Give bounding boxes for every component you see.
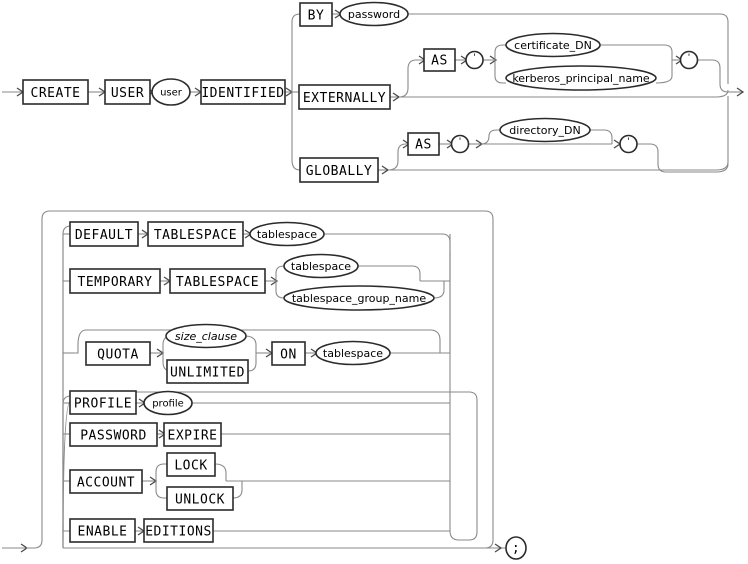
node-quote-close-2[interactable]: ' [619, 134, 638, 154]
label-user-keyword: USER [111, 86, 144, 101]
label-quota: QUOTA [97, 348, 139, 363]
node-tablespace-nonterminal-1[interactable]: tablespace [249, 221, 325, 247]
label-quote-close-2: ' [627, 137, 629, 147]
label-identified: IDENTIFIED [201, 86, 284, 101]
label-user-nonterminal: user [160, 88, 183, 99]
label-kerberos-principal-name: kerberos_principal_name [512, 72, 650, 85]
node-create[interactable]: CREATE [22, 79, 89, 105]
label-expire: EXPIRE [168, 429, 218, 444]
node-tablespace-keyword-1[interactable]: TABLESPACE [147, 221, 244, 247]
bottom-diagram-rails [2, 210, 520, 553]
node-password-keyword[interactable]: PASSWORD [69, 422, 158, 447]
node-account[interactable]: ACCOUNT [69, 469, 143, 494]
label-as-2: AS [415, 138, 432, 153]
node-directory-dn[interactable]: directory_DN [499, 117, 591, 143]
node-externally[interactable]: EXTERNALLY [298, 84, 391, 110]
label-quote-open-1: ' [473, 53, 475, 63]
label-certificate-dn: certificate_DN [514, 39, 592, 52]
label-profile-nonterminal: profile [152, 399, 184, 410]
node-by[interactable]: BY [299, 2, 333, 27]
node-lock[interactable]: LOCK [166, 452, 216, 477]
label-lock: LOCK [174, 459, 207, 474]
label-editions: EDITIONS [145, 525, 212, 540]
node-unlimited[interactable]: UNLIMITED [166, 359, 249, 384]
label-tablespace-nonterminal-2: tablespace [291, 260, 351, 273]
node-kerberos-principal-name[interactable]: kerberos_principal_name [505, 65, 657, 91]
node-semicolon[interactable]: ; [505, 536, 527, 560]
node-editions[interactable]: EDITIONS [143, 518, 214, 543]
label-account: ACCOUNT [77, 476, 135, 491]
node-tablespace-nonterminal-3[interactable]: tablespace [315, 340, 391, 366]
node-as-1[interactable]: AS [423, 48, 456, 72]
label-quote-close-1: ' [688, 53, 690, 63]
label-by: BY [308, 9, 325, 24]
node-profile-nonterminal[interactable]: profile [143, 390, 193, 416]
label-semicolon: ; [512, 541, 520, 556]
node-size-clause[interactable]: size_clause [165, 323, 247, 349]
label-as-1: AS [431, 54, 448, 69]
node-on[interactable]: ON [271, 341, 306, 366]
node-password-nonterminal[interactable]: password [339, 1, 409, 27]
label-tablespace-group-name: tablespace_group_name [292, 292, 427, 305]
label-globally: GLOBALLY [306, 164, 373, 179]
node-as-2[interactable]: AS [407, 132, 440, 156]
label-tablespace-nonterminal-3: tablespace [323, 347, 383, 360]
node-default[interactable]: DEFAULT [69, 221, 139, 247]
label-password-nonterminal: password [348, 8, 400, 21]
node-quote-close-1[interactable]: ' [679, 50, 699, 70]
label-quote-open-2: ' [459, 137, 461, 147]
node-unlock[interactable]: UNLOCK [166, 486, 234, 511]
syntax-diagram-canvas: CREATE USER user IDENTIFIED BY password … [2, 1, 745, 560]
label-unlimited: UNLIMITED [170, 366, 245, 381]
node-quota[interactable]: QUOTA [85, 341, 151, 366]
label-tablespace-keyword-2: TABLESPACE [176, 275, 259, 290]
label-tablespace-keyword-1: TABLESPACE [154, 228, 237, 243]
node-profile-keyword[interactable]: PROFILE [69, 390, 137, 415]
label-default: DEFAULT [75, 228, 133, 243]
node-expire[interactable]: EXPIRE [163, 422, 222, 447]
node-tablespace-group-name[interactable]: tablespace_group_name [283, 285, 435, 311]
label-temporary: TEMPORARY [78, 275, 153, 290]
node-tablespace-nonterminal-2[interactable]: tablespace [283, 253, 359, 279]
node-globally[interactable]: GLOBALLY [299, 157, 379, 183]
label-create: CREATE [31, 86, 81, 101]
label-directory-dn: directory_DN [509, 124, 580, 137]
node-user-nonterminal[interactable]: user [151, 78, 191, 106]
label-unlock: UNLOCK [175, 493, 225, 508]
label-profile-keyword: PROFILE [74, 397, 132, 412]
label-tablespace-nonterminal-1: tablespace [257, 228, 317, 241]
node-temporary[interactable]: TEMPORARY [69, 268, 161, 294]
label-externally: EXTERNALLY [303, 91, 386, 106]
node-quote-open-2[interactable]: ' [450, 134, 470, 154]
node-certificate-dn[interactable]: certificate_DN [505, 32, 601, 58]
label-size-clause: size_clause [175, 330, 237, 343]
label-password-keyword: PASSWORD [80, 429, 147, 444]
node-enable[interactable]: ENABLE [69, 518, 136, 543]
node-quote-open-1[interactable]: ' [465, 50, 484, 70]
node-identified[interactable]: IDENTIFIED [200, 79, 286, 105]
node-tablespace-keyword-2[interactable]: TABLESPACE [169, 268, 266, 294]
label-on: ON [280, 348, 297, 363]
label-enable: ENABLE [78, 525, 128, 540]
node-user-keyword[interactable]: USER [104, 79, 151, 105]
